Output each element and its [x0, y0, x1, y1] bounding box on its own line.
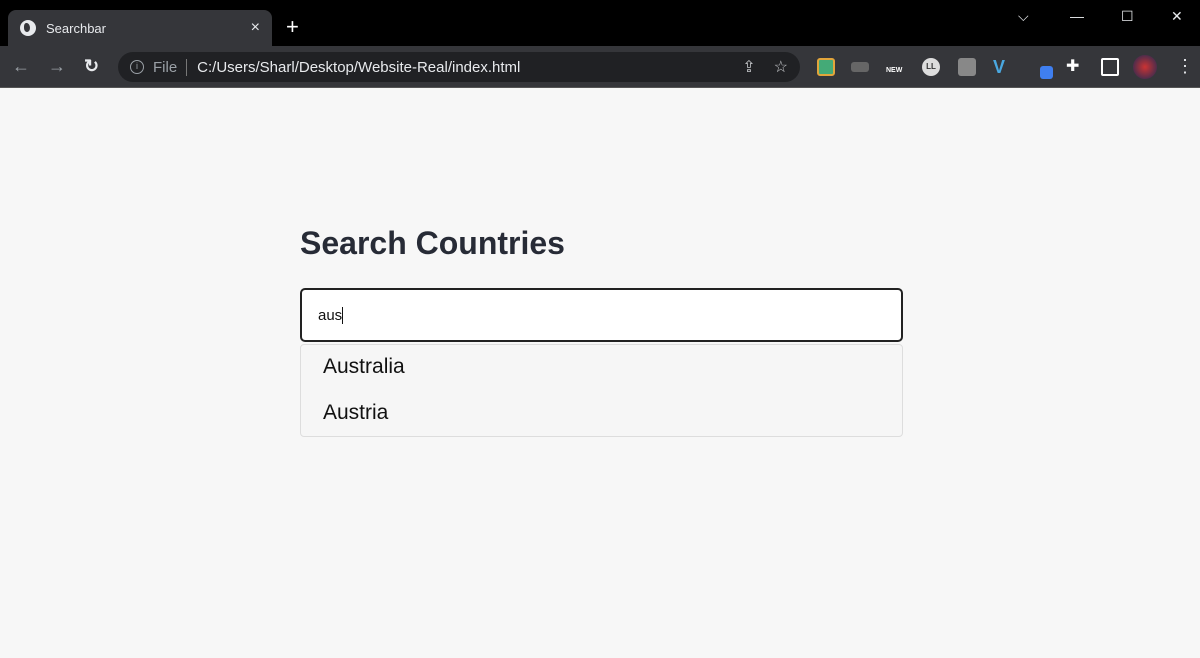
grey-ext-icon[interactable] — [958, 58, 976, 76]
text-caret — [342, 306, 344, 324]
tab-title: Searchbar — [46, 20, 106, 36]
minimize-button[interactable]: — — [1070, 8, 1084, 24]
reload-button[interactable]: ↻ — [84, 56, 99, 77]
scheme-label: File — [153, 58, 188, 76]
result-item[interactable]: Austria — [301, 391, 902, 437]
eyedropper-ext-icon[interactable] — [1040, 66, 1053, 79]
back-button[interactable]: ← — [12, 56, 30, 77]
search-input-value: aus — [318, 306, 343, 324]
menu-button[interactable]: ⋮ — [1176, 56, 1194, 77]
share-icon[interactable]: ⇪ — [742, 57, 755, 77]
result-item[interactable]: Australia — [301, 345, 902, 391]
close-window-button[interactable]: ✕ — [1171, 8, 1183, 25]
photo-ext-icon[interactable] — [817, 58, 835, 76]
new-ext-icon[interactable]: NEW — [886, 58, 904, 76]
address-bar[interactable]: i File C:/Users/Sharl/Desktop/Website-Re… — [118, 52, 800, 82]
forward-button[interactable]: → — [48, 56, 66, 77]
search-input[interactable]: aus — [300, 288, 903, 342]
globe-icon — [20, 20, 36, 36]
reading-mode-icon[interactable] — [1101, 58, 1119, 76]
ll-ext-icon[interactable]: LL — [922, 58, 940, 76]
title-bar: Searchbar × + ⌵ — ☐ ✕ — [0, 0, 1200, 46]
url-text[interactable]: C:/Users/Sharl/Desktop/Website-Real/inde… — [197, 59, 724, 76]
page-title: Search Countries — [300, 225, 565, 261]
close-tab-button[interactable]: × — [251, 19, 260, 37]
vimeo-ext-icon[interactable]: V — [993, 58, 1011, 76]
info-icon[interactable]: i — [130, 60, 144, 74]
tab-search-button[interactable]: ⌵ — [1018, 8, 1029, 25]
bookmark-star-icon[interactable]: ☆ — [774, 57, 788, 77]
search-results: Australia Austria — [300, 344, 903, 437]
profile-avatar[interactable] — [1133, 55, 1157, 79]
puzzle-extensions-icon[interactable]: ✚ — [1066, 58, 1084, 76]
maximize-button[interactable]: ☐ — [1121, 8, 1134, 25]
cast-ext-icon[interactable] — [851, 62, 869, 72]
browser-tab[interactable]: Searchbar × — [8, 10, 272, 46]
new-tab-button[interactable]: + — [286, 14, 299, 40]
browser-toolbar: ← → ↻ i File C:/Users/Sharl/Desktop/Webs… — [0, 46, 1200, 88]
